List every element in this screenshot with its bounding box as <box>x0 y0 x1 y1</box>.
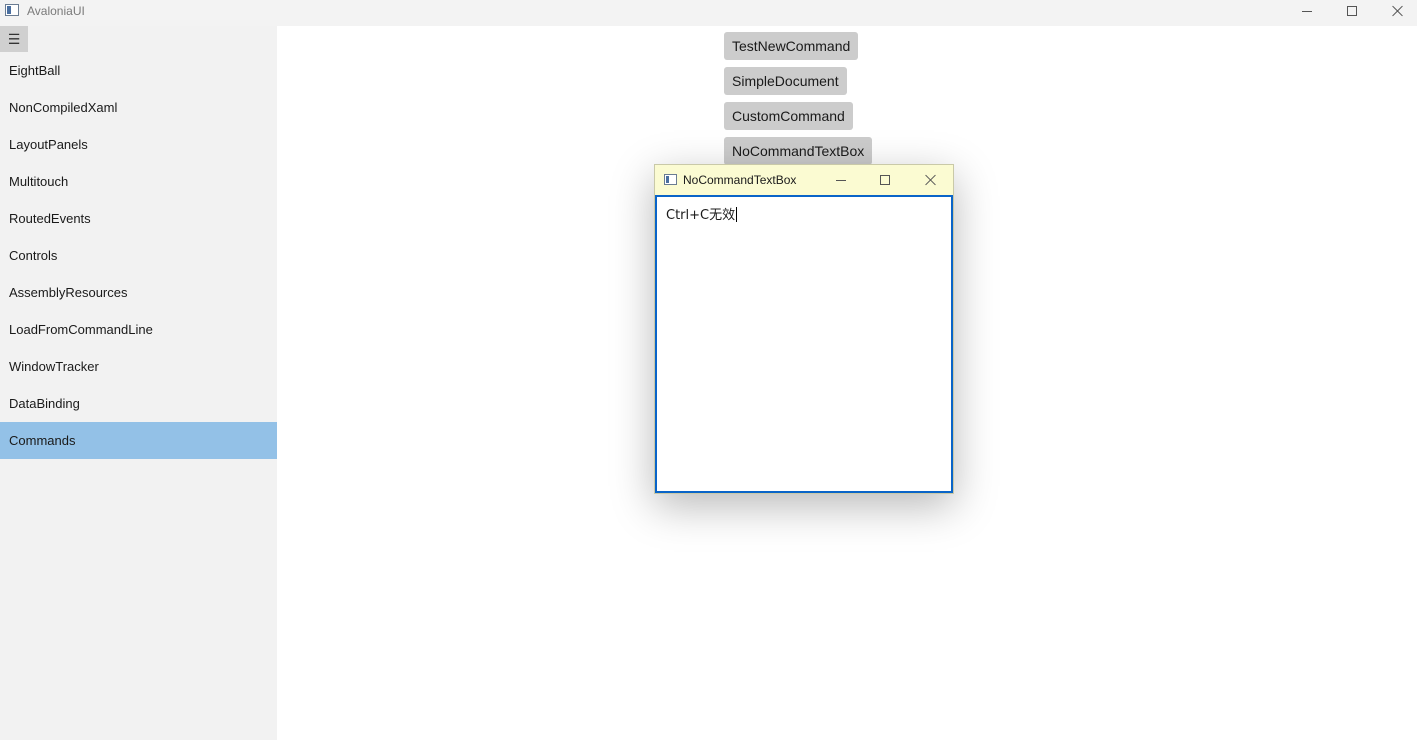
dialog-app-icon <box>664 174 677 185</box>
sidebar-item-multitouch[interactable]: Multitouch <box>0 163 277 200</box>
close-icon <box>1392 5 1404 17</box>
maximize-icon <box>880 175 890 185</box>
sidebar-item-eightball[interactable]: EightBall <box>0 52 277 89</box>
hamburger-icon: ☰ <box>7 30 21 47</box>
test-new-command-button[interactable]: TestNewCommand <box>724 32 859 60</box>
sidebar-item-label: RoutedEvents <box>9 211 91 226</box>
close-button[interactable] <box>1375 0 1417 22</box>
sidebar-toggle-button[interactable]: ☰ <box>0 26 28 52</box>
sidebar-item-label: LayoutPanels <box>9 137 88 152</box>
custom-command-button[interactable]: CustomCommand <box>724 102 853 130</box>
sidebar-item-label: EightBall <box>9 63 61 78</box>
window-titlebar: AvaloniaUI <box>0 0 1417 26</box>
no-command-textbox-dialog: NoCommandTextBox Ctrl+C无效 <box>654 164 954 494</box>
dialog-close-button[interactable] <box>911 169 951 191</box>
maximize-icon <box>1347 6 1357 16</box>
no-command-textbox-button[interactable]: NoCommandTextBox <box>724 137 873 165</box>
sidebar-item-loadfromcommandline[interactable]: LoadFromCommandLine <box>0 311 277 348</box>
window-title: AvaloniaUI <box>27 4 85 18</box>
text-caret <box>736 207 738 222</box>
textbox-value: Ctrl+C无效 <box>666 208 736 223</box>
minimize-icon <box>1302 10 1312 12</box>
sidebar-item-label: NonCompiledXaml <box>9 100 118 115</box>
minimize-button[interactable] <box>1284 0 1330 22</box>
dialog-maximize-button[interactable] <box>865 169 905 191</box>
close-icon <box>925 174 937 186</box>
sidebar-item-label: Multitouch <box>9 174 69 189</box>
sidebar-item-routedevents[interactable]: RoutedEvents <box>0 200 277 237</box>
sidebar-item-windowtracker[interactable]: WindowTracker <box>0 348 277 385</box>
textbox-content: Ctrl+C无效 <box>666 204 738 223</box>
sidebar-item-label: LoadFromCommandLine <box>9 322 153 337</box>
sidebar-nav-list: EightBall NonCompiledXaml LayoutPanels M… <box>0 52 277 459</box>
sidebar-item-commands[interactable]: Commands <box>0 422 277 459</box>
simple-document-button[interactable]: SimpleDocument <box>724 67 847 95</box>
maximize-button[interactable] <box>1329 0 1375 22</box>
sidebar-item-label: Commands <box>9 433 76 448</box>
sidebar-item-controls[interactable]: Controls <box>0 237 277 274</box>
sidebar-item-noncompiledxaml[interactable]: NonCompiledXaml <box>0 89 277 126</box>
sidebar-item-label: Controls <box>9 248 58 263</box>
dialog-minimize-button[interactable] <box>821 169 861 191</box>
app-icon <box>5 4 19 16</box>
sidebar-item-label: AssemblyResources <box>9 285 128 300</box>
dialog-textbox[interactable]: Ctrl+C无效 <box>655 195 953 493</box>
sidebar-item-databinding[interactable]: DataBinding <box>0 385 277 422</box>
sidebar: ☰ EightBall NonCompiledXaml LayoutPanels… <box>0 26 277 740</box>
minimize-icon <box>836 179 846 181</box>
dialog-titlebar[interactable]: NoCommandTextBox <box>655 165 953 195</box>
dialog-title: NoCommandTextBox <box>683 173 797 187</box>
sidebar-item-layoutpanels[interactable]: LayoutPanels <box>0 126 277 163</box>
sidebar-item-label: DataBinding <box>9 396 80 411</box>
sidebar-item-assemblyresources[interactable]: AssemblyResources <box>0 274 277 311</box>
sidebar-item-label: WindowTracker <box>9 359 99 374</box>
